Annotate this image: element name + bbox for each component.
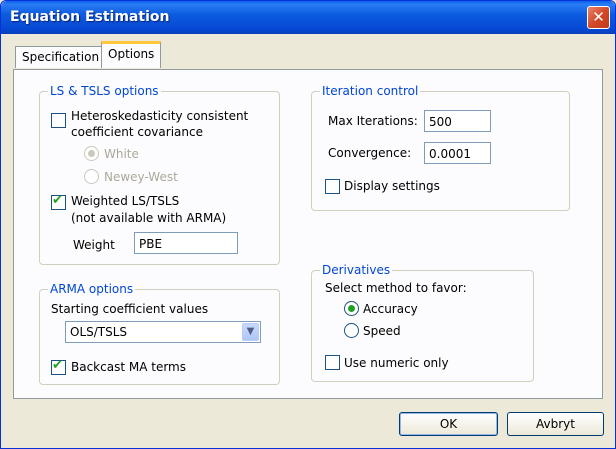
backcast-checkbox[interactable]: [51, 358, 66, 375]
cancel-label: Avbryt: [536, 417, 575, 431]
title-bar[interactable]: Equation Estimation ✕: [1, 1, 615, 34]
favor-label: Select method to favor:: [325, 281, 467, 295]
chevron-down-icon[interactable]: ▼: [242, 323, 259, 341]
options-panel: LS & TSLS options Heteroskedasticity con…: [13, 69, 603, 399]
newey-west-label: Newey-West: [104, 170, 178, 184]
hac-label-line1: Heteroskedasticity consistent: [71, 109, 249, 123]
weight-value: PBE: [139, 237, 163, 251]
ok-label: OK: [439, 417, 458, 431]
weighted-checkbox[interactable]: [51, 193, 66, 210]
window-title: Equation Estimation: [10, 9, 170, 25]
starting-values-label: Starting coefficient values: [51, 302, 209, 316]
numeric-only-checkbox[interactable]: [325, 355, 340, 370]
dialog-window: Equation Estimation ✕ Specification Opti…: [0, 0, 616, 449]
white-radio[interactable]: [84, 146, 99, 161]
accuracy-label: Accuracy: [363, 302, 418, 316]
max-iterations-label: Max Iterations:: [328, 114, 418, 128]
close-icon: ✕: [592, 8, 605, 26]
display-settings-label: Display settings: [344, 179, 440, 193]
accuracy-radio[interactable]: [344, 301, 359, 316]
weight-label: Weight: [73, 238, 115, 252]
convergence-label: Convergence:: [328, 146, 412, 160]
ls-tsls-legend: LS & TSLS options: [48, 84, 161, 98]
white-label: White: [104, 147, 139, 161]
max-iterations-input[interactable]: 500: [424, 110, 491, 132]
iteration-group: Iteration control Max Iterations: 500 Co…: [311, 84, 570, 211]
tab-specification[interactable]: Specification: [15, 46, 107, 68]
starting-values-select[interactable]: OLS/TSLS ▼: [65, 321, 261, 343]
newey-west-radio[interactable]: [84, 169, 99, 184]
weighted-label-line2: (not available with ARMA): [71, 211, 227, 225]
tab-options[interactable]: Options: [101, 41, 161, 68]
derivatives-group: Derivatives Select method to favor: Accu…: [311, 263, 534, 382]
hac-checkbox[interactable]: [51, 113, 66, 128]
convergence-input[interactable]: 0.0001: [424, 142, 491, 164]
cancel-button[interactable]: Avbryt: [507, 412, 604, 436]
speed-radio[interactable]: [344, 323, 359, 338]
arma-legend: ARMA options: [48, 282, 136, 296]
speed-label: Speed: [363, 324, 401, 338]
tab-specification-label: Specification: [22, 50, 100, 64]
close-button[interactable]: ✕: [587, 6, 610, 29]
convergence-value: 0.0001: [429, 147, 471, 161]
display-settings-checkbox[interactable]: [325, 179, 340, 194]
ok-button[interactable]: OK: [399, 412, 498, 436]
hac-label-line2: coefficient covariance: [71, 125, 203, 139]
weight-input[interactable]: PBE: [134, 232, 238, 254]
iteration-legend: Iteration control: [320, 84, 421, 98]
arma-group: ARMA options Starting coefficient values…: [39, 282, 280, 385]
derivatives-legend: Derivatives: [320, 263, 393, 277]
numeric-only-label: Use numeric only: [344, 356, 449, 370]
ls-tsls-group: LS & TSLS options Heteroskedasticity con…: [39, 84, 280, 265]
starting-values-value: OLS/TSLS: [70, 325, 128, 339]
weighted-label-line1: Weighted LS/TSLS: [71, 194, 180, 208]
max-iterations-value: 500: [429, 115, 452, 129]
backcast-label: Backcast MA terms: [71, 360, 186, 374]
tab-options-label: Options: [108, 47, 155, 61]
